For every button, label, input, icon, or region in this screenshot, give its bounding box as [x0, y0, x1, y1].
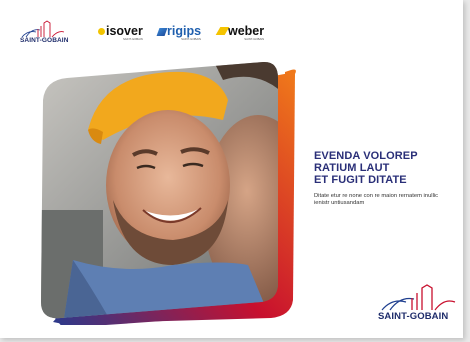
saint-gobain-building-icon-large [381, 284, 456, 311]
rigips-mark-icon [156, 28, 168, 36]
saint-gobain-wordmark-large: SAINT-GOBAIN [378, 311, 449, 322]
rigips-logo: rigips SAINT-GOBAIN [156, 24, 202, 41]
saint-gobain-logo-large: SAINT-GOBAIN [378, 284, 458, 324]
rigips-wordmark: rigips [167, 24, 202, 38]
hero-image-frame [33, 60, 303, 325]
brochure-cover: SAINT-GOBAIN isover SAINT-GOBAIN rigips … [0, 0, 463, 338]
cover-headline: EVENDA VOLOREP RATIUM LAUT ET FUGIT DITA… [314, 150, 454, 186]
isover-logo: isover SAINT-GOBAIN [98, 24, 143, 41]
headline-line: EVENDA VOLOREP [314, 150, 418, 162]
cover-body-text: Ditate etur re none con re maion rernate… [314, 193, 439, 207]
headline-line: RATIUM LAUT [314, 162, 390, 174]
isover-wordmark: isover [106, 24, 143, 38]
rigips-sub: SAINT-GOBAIN [181, 37, 202, 41]
weber-wordmark: weber [228, 24, 265, 38]
worker-photo [41, 61, 278, 319]
brand-logo-row: SAINT-GOBAIN isover SAINT-GOBAIN rigips … [20, 20, 280, 48]
isover-dot-icon [98, 28, 105, 35]
weber-sub: SAINT-GOBAIN [244, 37, 265, 41]
saint-gobain-wordmark-small: SAINT-GOBAIN [20, 37, 69, 44]
isover-sub: SAINT-GOBAIN [122, 37, 143, 41]
saint-gobain-logo-small: SAINT-GOBAIN [20, 20, 72, 48]
weber-logo: weber SAINT-GOBAIN [215, 24, 265, 41]
headline-line: ET FUGIT DITATE [314, 174, 407, 186]
saint-gobain-building-icon [21, 20, 65, 38]
